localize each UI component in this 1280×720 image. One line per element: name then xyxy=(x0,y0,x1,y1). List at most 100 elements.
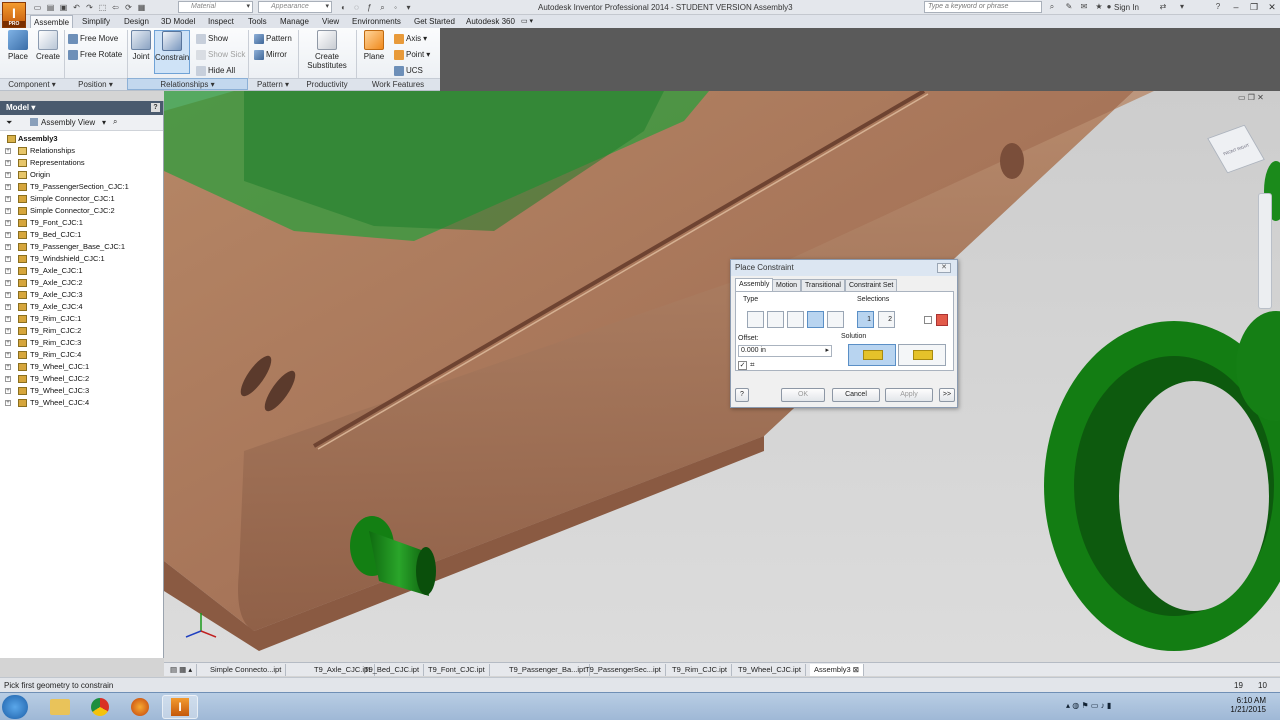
material-combo[interactable]: Material xyxy=(178,1,253,13)
return-icon[interactable]: ⇦ xyxy=(110,2,121,13)
browser-help-icon[interactable]: ? xyxy=(151,103,160,112)
expand-icon[interactable]: + xyxy=(5,340,11,346)
dialog-help-button[interactable]: ? xyxy=(735,388,749,402)
solution-aligned-button[interactable] xyxy=(898,344,946,366)
ribbon-options-icon[interactable]: ▭ ▾ xyxy=(518,15,536,28)
more-button[interactable]: >> xyxy=(939,388,955,402)
panel-title-relationships[interactable]: Relationships ▾ xyxy=(127,78,248,90)
tree-item[interactable]: + T9_Windshield_CJC:1 xyxy=(0,253,163,265)
tree-item[interactable]: + T9_Rim_CJC:3 xyxy=(0,337,163,349)
panel-title-position[interactable]: Position ▾ xyxy=(64,78,127,90)
free-rotate-button[interactable]: Free Rotate xyxy=(68,48,122,61)
tree-item[interactable]: + Relationships xyxy=(0,145,163,157)
expand-icon[interactable]: + xyxy=(5,148,11,154)
tab-design[interactable]: Design xyxy=(121,15,152,28)
expand-icon[interactable]: + xyxy=(5,292,11,298)
chevron-down-icon[interactable]: ▾ xyxy=(102,118,106,127)
selection-2-button[interactable]: 2 xyxy=(878,311,895,328)
create-button[interactable]: Create xyxy=(34,30,62,74)
close-icon[interactable]: ✕ xyxy=(1262,0,1280,14)
expand-icon[interactable]: + xyxy=(5,364,11,370)
document-tab[interactable]: Assembly3 ⊠ xyxy=(810,664,865,676)
show-button[interactable]: Show xyxy=(196,32,228,45)
fx-icon[interactable]: ƒ xyxy=(364,2,375,13)
hide-all-button[interactable]: Hide All xyxy=(196,64,235,77)
point-button[interactable]: Point ▾ xyxy=(394,48,430,61)
navigation-bar[interactable] xyxy=(1258,193,1272,309)
restore-icon[interactable]: ❐ xyxy=(1244,0,1264,14)
firefox-taskbar-icon[interactable] xyxy=(122,695,158,719)
tree-item[interactable]: + T9_Bed_CJC:1 xyxy=(0,229,163,241)
show-sick-button[interactable]: Show Sick xyxy=(196,48,245,61)
tree-item[interactable]: + Origin xyxy=(0,169,163,181)
explorer-taskbar-icon[interactable] xyxy=(42,695,78,719)
tree-root[interactable]: Assembly3 xyxy=(0,133,163,145)
help-options-icon[interactable]: ▾ xyxy=(1177,2,1187,12)
user-icon[interactable]: ● xyxy=(1104,2,1114,12)
angle-constraint-button[interactable] xyxy=(767,311,784,328)
tab-manage[interactable]: Manage xyxy=(277,15,312,28)
expand-icon[interactable]: + xyxy=(5,268,11,274)
undo-icon[interactable]: ↶ xyxy=(71,2,82,13)
color-icon[interactable]: ◐ xyxy=(338,2,349,13)
cancel-button[interactable]: Cancel xyxy=(832,388,880,402)
tab-assemble[interactable]: Assemble xyxy=(30,15,74,28)
expand-icon[interactable]: + xyxy=(5,280,11,286)
first-occurrence-checkbox[interactable] xyxy=(924,316,932,324)
tangent-constraint-button[interactable] xyxy=(787,311,804,328)
offset-arrow-icon[interactable]: ▸ xyxy=(825,346,829,356)
document-tab[interactable]: T9_Font_CJC.ipt xyxy=(424,664,490,676)
expand-icon[interactable]: + xyxy=(5,388,11,394)
tab-tools[interactable]: Tools xyxy=(245,15,270,28)
expand-icon[interactable]: + xyxy=(5,304,11,310)
expand-icon[interactable]: + xyxy=(5,256,11,262)
redo-icon[interactable]: ↷ xyxy=(84,2,95,13)
expand-icon[interactable]: + xyxy=(5,400,11,406)
tray-icons[interactable]: ▴ ◍ ⚑ ▭ ♪ ▮ xyxy=(1066,701,1111,710)
panel-title-work-features[interactable]: Work Features xyxy=(356,78,440,90)
view-controls[interactable]: ▭ ❐ ✕ xyxy=(1238,93,1264,102)
solution-opposed-button[interactable] xyxy=(848,344,896,366)
document-tab[interactable]: T9_PassengerSec...ipt xyxy=(581,664,666,676)
tree-item[interactable]: + T9_Wheel_CJC:1 xyxy=(0,361,163,373)
tree-item[interactable]: + Representations xyxy=(0,157,163,169)
update-icon[interactable]: ⟳ xyxy=(123,2,134,13)
expand-icon[interactable]: + xyxy=(5,196,11,202)
communication-icon[interactable]: ✉ xyxy=(1079,2,1089,12)
tab-list-icon[interactable]: ▤ ▦ ▴ xyxy=(166,664,198,676)
insert-constraint-button[interactable] xyxy=(807,311,824,328)
panel-title-pattern[interactable]: Pattern ▾ xyxy=(248,78,298,90)
tree-item[interactable]: + T9_Rim_CJC:2 xyxy=(0,325,163,337)
sign-in-link[interactable]: Sign In xyxy=(1114,3,1139,12)
exchange-icon[interactable]: ⇄ xyxy=(1158,2,1168,12)
filter-icon[interactable]: ⏷ xyxy=(6,118,12,128)
free-move-button[interactable]: Free Move xyxy=(68,32,118,45)
graphics-window[interactable]: FRONT RIGHT ▭ ❐ ✕ xyxy=(164,91,1280,662)
tree-item[interactable]: + T9_PassengerSection_CJC:1 xyxy=(0,181,163,193)
tree-item[interactable]: + T9_Axle_CJC:2 xyxy=(0,277,163,289)
inventor-taskbar-icon[interactable]: I xyxy=(162,695,198,719)
offset-input[interactable]: 0.000 in ▸ xyxy=(738,345,832,357)
tree-item[interactable]: + T9_Font_CJC:1 xyxy=(0,217,163,229)
help-icon[interactable]: ? xyxy=(1213,2,1223,12)
tab-close-icon[interactable]: ⊠ xyxy=(853,665,859,674)
expand-icon[interactable]: + xyxy=(5,376,11,382)
tree-item[interactable]: + Simple Connector_CJC:1 xyxy=(0,193,163,205)
browser-header[interactable]: Model ▾? xyxy=(0,101,163,115)
appearance-combo[interactable]: Appearance xyxy=(258,1,332,13)
axis-button[interactable]: Axis ▾ xyxy=(394,32,427,45)
tree-item[interactable]: + Simple Connector_CJC:2 xyxy=(0,205,163,217)
plane-button[interactable]: Plane xyxy=(360,30,388,74)
expand-icon[interactable]: + xyxy=(5,220,11,226)
tree-item[interactable]: + T9_Axle_CJC:1 xyxy=(0,265,163,277)
tree-item[interactable]: + T9_Rim_CJC:1 xyxy=(0,313,163,325)
search-input[interactable]: Type a keyword or phrase xyxy=(924,1,1042,13)
minimize-icon[interactable]: – xyxy=(1226,0,1246,14)
subscription-icon[interactable]: ✎ xyxy=(1064,2,1074,12)
symmetry-constraint-button[interactable] xyxy=(827,311,844,328)
document-tab[interactable]: T9_Wheel_CJC.ipt xyxy=(734,664,806,676)
expand-icon[interactable]: + xyxy=(5,352,11,358)
expand-icon[interactable]: + xyxy=(5,160,11,166)
clear-icon[interactable]: ◌ xyxy=(351,2,362,13)
tab-autodesk-360[interactable]: Autodesk 360 xyxy=(463,15,518,28)
